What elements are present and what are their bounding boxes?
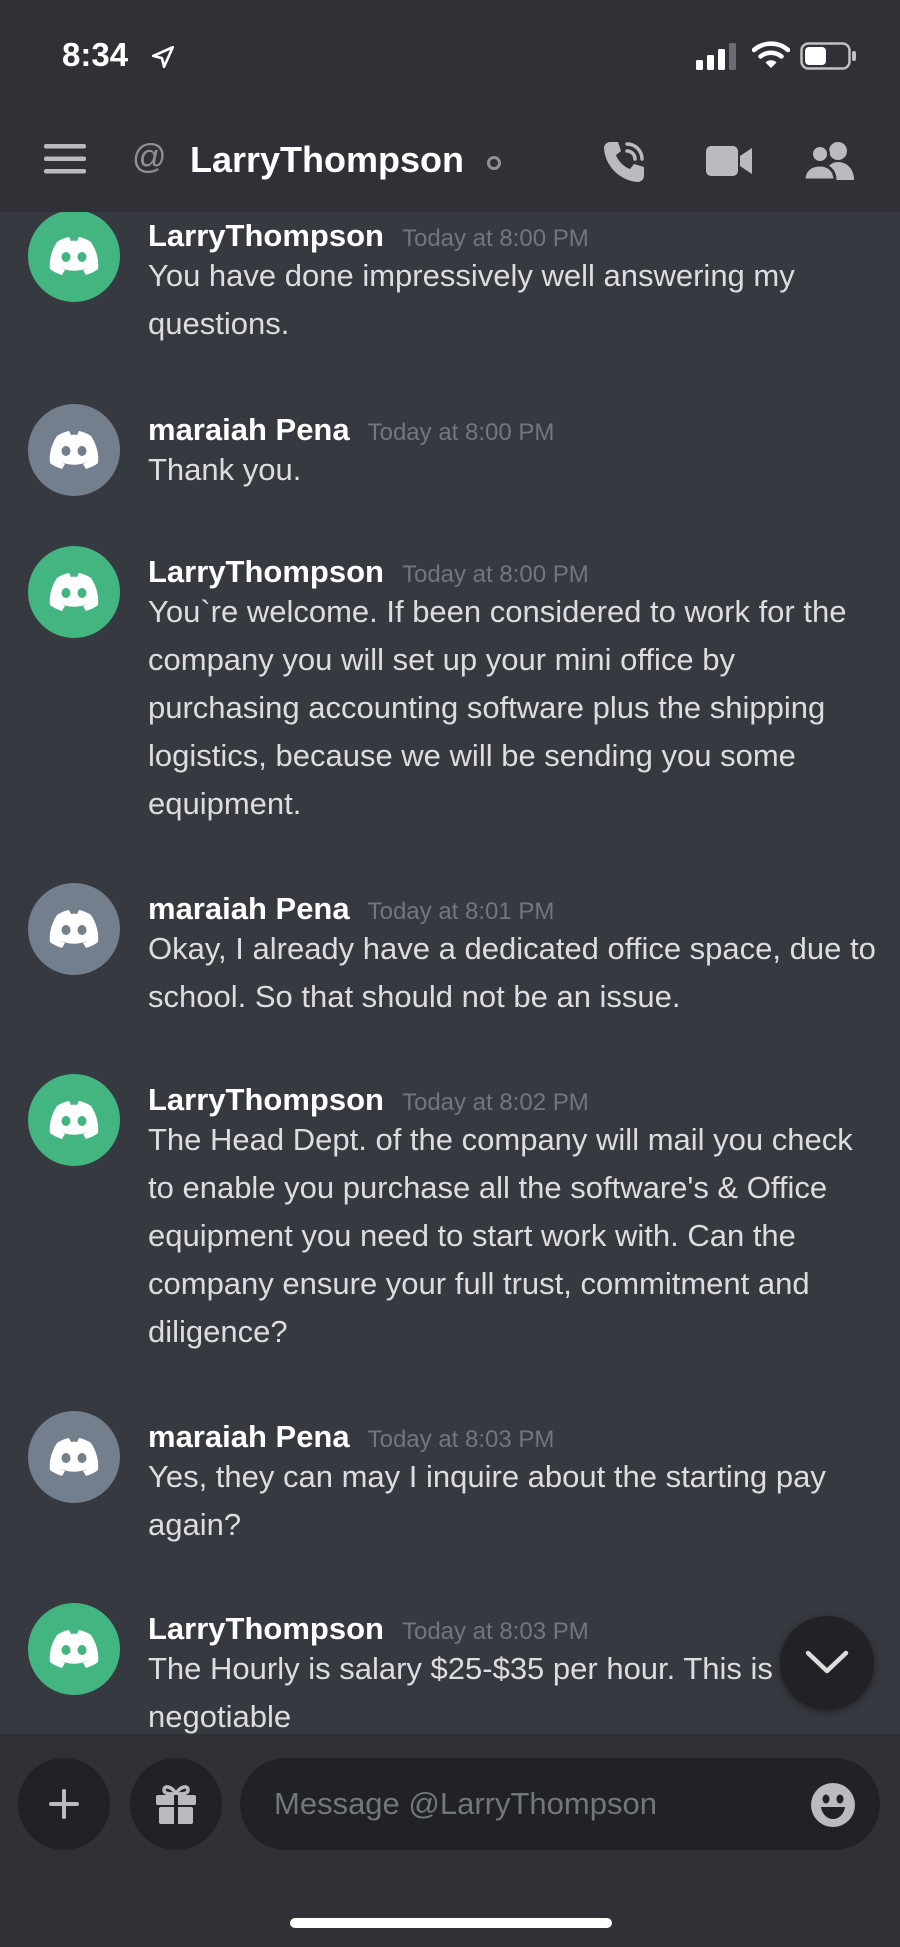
message-composer: [0, 1734, 900, 1947]
author-name[interactable]: maraiah Pena: [148, 891, 350, 926]
avatar[interactable]: [28, 404, 120, 496]
cellular-signal-icon: [696, 43, 736, 70]
add-attachment-button[interactable]: [18, 1758, 110, 1850]
message-timestamp: Today at 8:00 PM: [401, 225, 589, 252]
message-timestamp: Today at 8:00 PM: [401, 561, 589, 588]
top-bar: 8:34 @ LarryThompson: [0, 0, 900, 212]
plus-icon: [49, 1789, 79, 1819]
jump-to-latest-button[interactable]: [780, 1616, 874, 1710]
members-icon[interactable]: [802, 140, 858, 182]
message-text: You`re welcome. If been considered to wo…: [148, 594, 847, 821]
message-text: The Hourly is salary $25-$35 per hour. T…: [148, 1651, 773, 1734]
dm-title[interactable]: LarryThompson: [190, 139, 464, 181]
message-text: Yes, they can may I inquire about the st…: [148, 1459, 826, 1542]
phone-call-icon[interactable]: [600, 138, 648, 186]
location-arrow-icon: [151, 45, 175, 69]
author-name[interactable]: LarryThompson: [148, 1611, 384, 1646]
author-name[interactable]: maraiah Pena: [148, 412, 350, 447]
message-author[interactable]: LarryThompson Today at 8:00 PM: [148, 554, 589, 590]
message-input[interactable]: [240, 1758, 880, 1850]
message-author[interactable]: maraiah Pena Today at 8:01 PM: [148, 891, 554, 927]
video-camera-icon[interactable]: [706, 144, 754, 178]
wifi-icon: [752, 41, 790, 68]
discord-logo-icon: [49, 1630, 99, 1668]
message-author[interactable]: maraiah Pena Today at 8:00 PM: [148, 412, 554, 448]
message-text: Thank you.: [148, 452, 302, 487]
author-name[interactable]: LarryThompson: [148, 218, 384, 253]
hamburger-icon[interactable]: [44, 144, 86, 174]
discord-logo-icon: [49, 573, 99, 611]
avatar[interactable]: [28, 546, 120, 638]
message-timestamp: Today at 8:02 PM: [401, 1089, 589, 1116]
discord-logo-icon: [49, 1101, 99, 1139]
gift-button[interactable]: [130, 1758, 222, 1850]
message-author[interactable]: maraiah Pena Today at 8:03 PM: [148, 1419, 554, 1455]
channel-header: @ LarryThompson: [0, 120, 900, 200]
message-list[interactable]: LarryThompson Today at 8:00 PM You have d…: [0, 212, 900, 1734]
status-bar: 8:34: [0, 0, 900, 110]
avatar[interactable]: [28, 1411, 120, 1503]
chevron-down-icon: [805, 1650, 849, 1674]
author-name[interactable]: maraiah Pena: [148, 1419, 350, 1454]
message-author[interactable]: LarryThompson Today at 8:00 PM: [148, 218, 589, 254]
discord-logo-icon: [49, 910, 99, 948]
dm-at-symbol: @: [132, 138, 167, 176]
gift-icon: [156, 1785, 196, 1824]
avatar[interactable]: [28, 212, 120, 302]
avatar[interactable]: [28, 883, 120, 975]
message-timestamp: Today at 8:03 PM: [367, 1426, 555, 1453]
author-name[interactable]: LarryThompson: [148, 1082, 384, 1117]
message-author[interactable]: LarryThompson Today at 8:02 PM: [148, 1082, 589, 1118]
discord-logo-icon: [49, 1438, 99, 1476]
discord-logo-icon: [49, 431, 99, 469]
message-text: Okay, I already have a dedicated office …: [148, 931, 876, 1014]
message-timestamp: Today at 8:01 PM: [367, 898, 555, 925]
status-time: 8:34: [62, 36, 129, 73]
battery-icon: [800, 42, 856, 70]
avatar[interactable]: [28, 1603, 120, 1695]
message-timestamp: Today at 8:03 PM: [401, 1618, 589, 1645]
message-text: You have done impressively well answerin…: [148, 258, 795, 341]
avatar[interactable]: [28, 1074, 120, 1166]
message-text: The Head Dept. of the company will mail …: [148, 1122, 853, 1349]
message-author[interactable]: LarryThompson Today at 8:03 PM: [148, 1611, 589, 1647]
message-timestamp: Today at 8:00 PM: [367, 419, 555, 446]
home-indicator: [290, 1918, 612, 1928]
offline-status-icon: [487, 156, 501, 170]
emoji-icon[interactable]: [810, 1782, 856, 1828]
discord-logo-icon: [49, 237, 99, 275]
author-name[interactable]: LarryThompson: [148, 554, 384, 589]
